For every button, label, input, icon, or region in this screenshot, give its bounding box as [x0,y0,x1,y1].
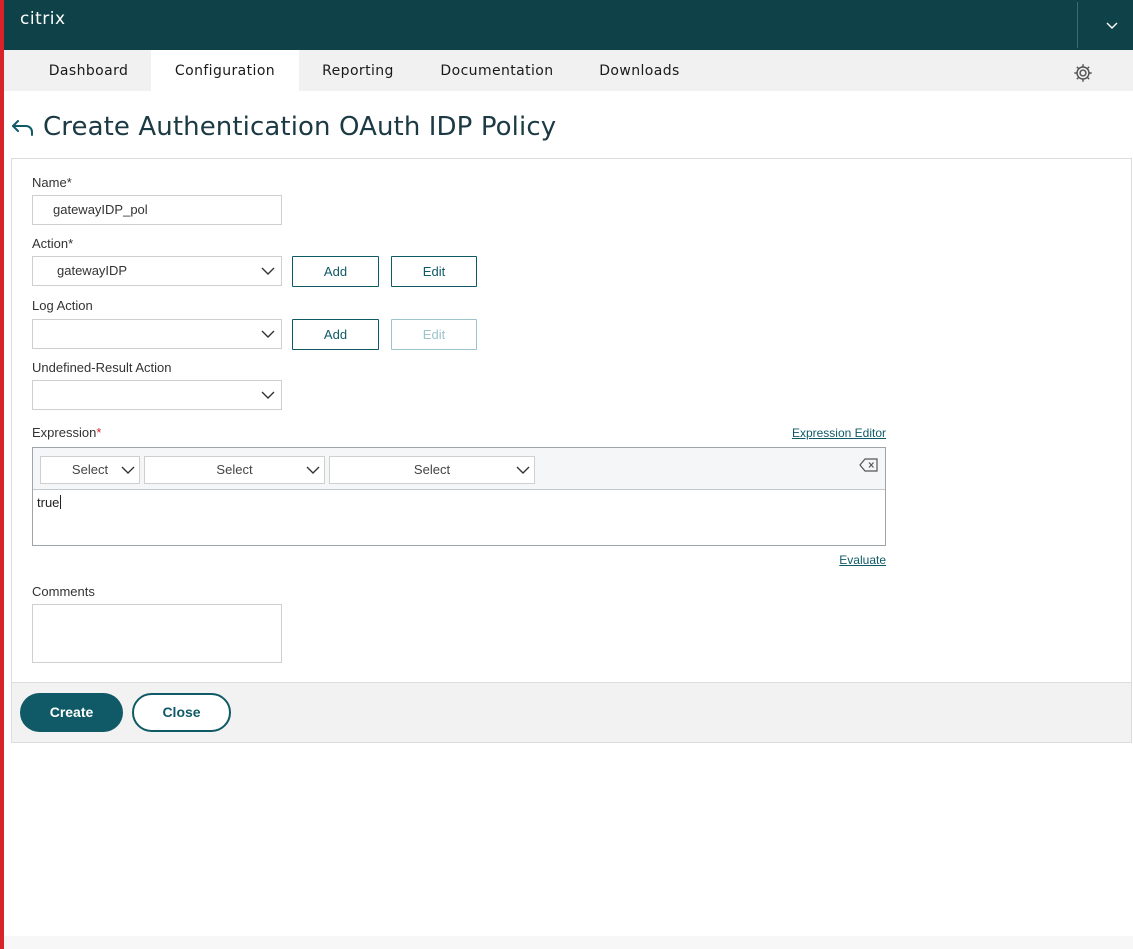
chevron-down-icon[interactable] [1101,14,1123,36]
gear-icon[interactable] [1072,62,1094,84]
tab-configuration[interactable]: Configuration [151,50,299,91]
tab-documentation[interactable]: Documentation [417,50,577,91]
expression-select-2[interactable]: Select [144,456,325,484]
create-button[interactable]: Create [20,693,123,732]
action-add-button[interactable]: Add [292,256,379,287]
page-title: Create Authentication OAuth IDP Policy [43,112,557,142]
log-action-select[interactable] [32,319,282,349]
header-divider [1077,2,1078,48]
log-action-add-button[interactable]: Add [292,319,379,350]
log-action-edit-button: Edit [391,319,477,350]
expression-editor-link[interactable]: Expression Editor [792,426,886,440]
expression-toolbar: Select Select Select [33,448,885,490]
chevron-down-icon [261,330,275,338]
text-caret [60,495,62,509]
undefined-result-action-select[interactable] [32,380,282,410]
tab-dashboard[interactable]: Dashboard [26,50,151,91]
top-header: citrix [4,0,1133,50]
back-arrow-icon[interactable] [10,116,36,140]
chevron-down-icon [121,466,135,474]
main-tabs: Dashboard Configuration Reporting Docume… [4,50,1133,91]
name-input[interactable]: gatewayIDP_pol [32,195,282,225]
left-accent-stripe [0,0,4,949]
action-edit-button[interactable]: Edit [391,256,477,287]
evaluate-link[interactable]: Evaluate [839,553,886,567]
expression-select-3[interactable]: Select [329,456,535,484]
clear-expression-icon[interactable] [859,458,879,472]
tab-downloads[interactable]: Downloads [577,50,702,91]
chevron-down-icon [261,391,275,399]
chevron-down-icon [516,466,530,474]
bottom-strip [4,936,1133,949]
expression-select-1[interactable]: Select [40,456,140,484]
comments-label: Comments [32,584,95,599]
close-button[interactable]: Close [132,693,231,732]
chevron-down-icon [261,267,275,275]
citrix-logo[interactable]: citrix [20,9,66,29]
policy-form: Name* gatewayIDP_pol Action* gatewayIDP … [11,158,1132,743]
name-label: Name* [32,175,72,190]
log-action-label: Log Action [32,298,93,313]
comments-textarea[interactable] [32,604,282,663]
expression-input[interactable]: true [37,495,62,510]
expression-label: Expression* [32,425,102,440]
expression-editor: Select Select Select true [32,447,886,546]
chevron-down-icon [306,466,320,474]
tab-reporting[interactable]: Reporting [299,50,417,91]
action-select[interactable]: gatewayIDP [32,256,282,286]
undefined-result-action-label: Undefined-Result Action [32,360,172,375]
form-footer: Create Close [12,682,1131,742]
action-label: Action* [32,236,74,251]
